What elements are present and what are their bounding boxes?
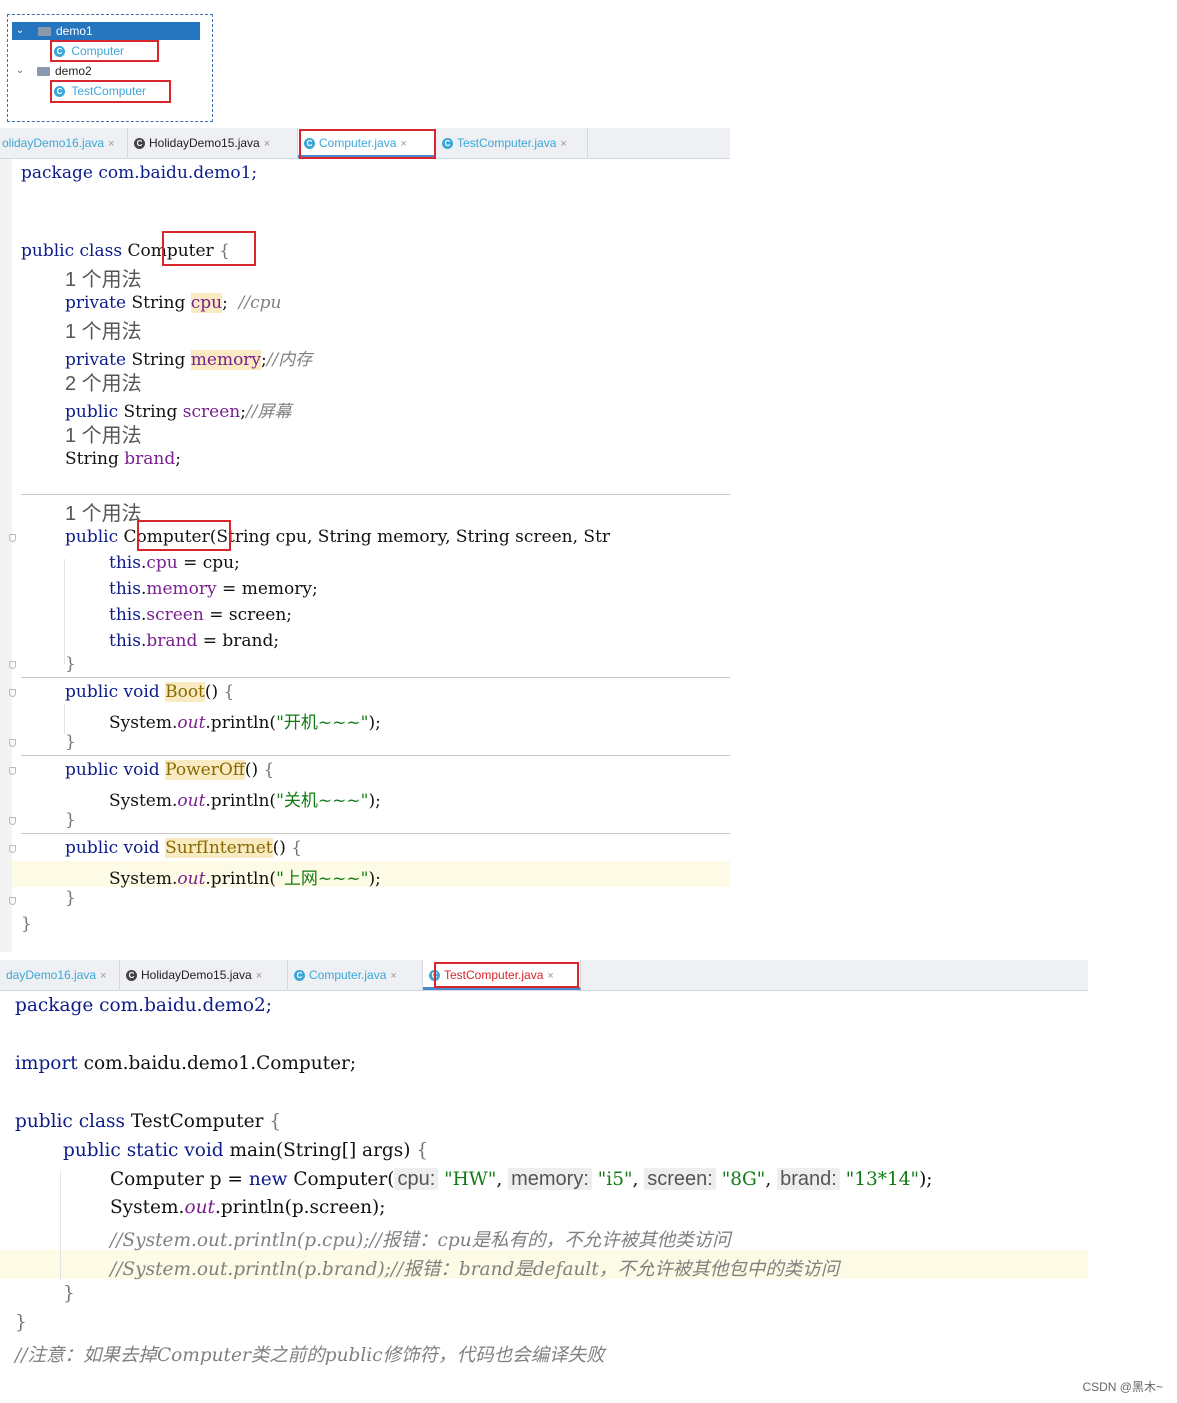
code-line: } xyxy=(15,1312,27,1333)
class-icon: C xyxy=(442,138,453,150)
tab-label: HolidayDemo15.java xyxy=(149,136,260,150)
close-icon[interactable]: × xyxy=(390,970,396,982)
code-editor-testcomputer[interactable]: package com.baidu.demo2; import com.baid… xyxy=(0,991,1088,1376)
code-line: } xyxy=(65,888,76,908)
highlight-box xyxy=(50,80,171,103)
usage-hint[interactable]: 1 个用法 xyxy=(65,497,142,526)
highlight-box xyxy=(137,520,231,551)
code-line: } xyxy=(65,654,76,674)
code-line: System.out.println("上网~~~"); xyxy=(109,869,381,889)
code-line: } xyxy=(21,914,32,934)
code-line: this.screen = screen; xyxy=(109,605,293,625)
code-line: String brand; xyxy=(65,449,181,469)
code-line: System.out.println("关机~~~"); xyxy=(109,791,381,811)
code-line: public void PowerOff() { xyxy=(65,760,275,780)
tab-holidaydemo15[interactable]: C HolidayDemo15.java × xyxy=(128,128,298,158)
tab-label: olidayDemo16.java xyxy=(2,136,105,150)
tab-computer[interactable]: C Computer.java × xyxy=(288,960,423,990)
code-line: public void SurfInternet() { xyxy=(65,838,303,858)
code-line: import com.baidu.demo1.Computer; xyxy=(15,1053,357,1074)
chevron-down-icon[interactable]: ⌄ xyxy=(15,22,25,40)
tab-label: dayDemo16.java xyxy=(6,968,97,982)
code-line: Computer p = new Computer(cpu: "HW", mem… xyxy=(110,1168,933,1190)
editor-gutter xyxy=(0,159,12,952)
project-tree: ⌄ demo1 C Computer ⌄ demo2 C TestCompute… xyxy=(7,14,213,122)
close-icon[interactable]: × xyxy=(256,970,262,982)
code-line: package com.baidu.demo2; xyxy=(15,995,272,1016)
param-hint: memory: xyxy=(508,1168,592,1190)
watermark: CSDN @黑木~ xyxy=(1082,1380,1163,1394)
fold-icon[interactable] xyxy=(9,817,16,825)
tab-label: HolidayDemo15.java xyxy=(141,968,252,982)
code-line: this.memory = memory; xyxy=(109,579,318,599)
fold-icon[interactable] xyxy=(9,689,16,697)
tab-holidaydemo16[interactable]: olidayDemo16.java × xyxy=(0,128,128,158)
class-icon: C xyxy=(126,970,137,982)
param-hint: cpu: xyxy=(394,1168,439,1190)
usage-hint[interactable]: 1 个用法 xyxy=(65,263,142,292)
close-icon[interactable]: × xyxy=(100,970,106,982)
tab-label: Computer.java xyxy=(309,968,387,982)
usage-hint[interactable]: 1 个用法 xyxy=(65,315,142,344)
usage-hint[interactable]: 2 个用法 xyxy=(65,367,142,396)
param-hint: brand: xyxy=(777,1168,840,1190)
fold-icon[interactable] xyxy=(9,845,16,853)
package-icon xyxy=(37,67,50,76)
code-line: this.cpu = cpu; xyxy=(109,553,240,573)
close-icon[interactable]: × xyxy=(264,138,270,150)
code-line: System.out.println("开机~~~"); xyxy=(109,713,381,733)
chevron-down-icon[interactable]: ⌄ xyxy=(15,62,25,80)
param-hint: screen: xyxy=(644,1168,716,1190)
fold-icon[interactable] xyxy=(9,739,16,747)
code-line: public static void main(String[] args) { xyxy=(63,1140,429,1161)
tab-label: TestComputer.java xyxy=(457,136,557,150)
fold-icon[interactable] xyxy=(9,767,16,775)
tab-holidaydemo16[interactable]: dayDemo16.java × xyxy=(0,960,120,990)
highlight-box xyxy=(50,40,159,62)
highlight-box xyxy=(299,129,436,159)
fold-icon[interactable] xyxy=(9,661,16,669)
code-line: package com.baidu.demo1; xyxy=(21,163,258,183)
code-line: } xyxy=(65,732,76,752)
class-icon: C xyxy=(134,138,145,150)
tab-holidaydemo15[interactable]: C HolidayDemo15.java × xyxy=(120,960,288,990)
code-editor-computer[interactable]: package com.baidu.demo1; public class Co… xyxy=(0,159,730,952)
code-line: } xyxy=(65,810,76,830)
tree-item-demo2[interactable]: ⌄ demo2 xyxy=(8,62,198,80)
tree-item-label: demo2 xyxy=(55,64,92,78)
highlight-box xyxy=(162,231,256,266)
close-icon[interactable]: × xyxy=(560,138,566,150)
code-comment: //System.out.println(p.brand);//报错：brand… xyxy=(110,1259,840,1280)
code-comment: //注意：如果去掉Computer类之前的public修饰符，代码也会编译失败 xyxy=(15,1345,605,1366)
code-comment: //System.out.println(p.cpu);//报错：cpu是私有的… xyxy=(110,1230,731,1251)
fold-icon[interactable] xyxy=(9,897,16,905)
tab-testcomputer[interactable]: C TestComputer.java × xyxy=(436,128,588,158)
package-icon xyxy=(38,27,51,36)
code-line: this.brand = brand; xyxy=(109,631,280,651)
fold-icon[interactable] xyxy=(9,534,16,542)
tree-item-label: demo1 xyxy=(56,24,93,38)
class-icon: C xyxy=(294,970,305,982)
code-line: public class TestComputer { xyxy=(15,1111,282,1132)
tree-item-demo1[interactable]: ⌄ demo1 xyxy=(12,22,200,40)
close-icon[interactable]: × xyxy=(108,138,114,150)
code-line: System.out.println(p.screen); xyxy=(110,1197,386,1218)
usage-hint[interactable]: 1 个用法 xyxy=(65,419,142,448)
code-line: private String cpu; //cpu xyxy=(65,293,282,313)
code-line: } xyxy=(63,1283,75,1304)
highlight-box xyxy=(434,962,579,988)
code-line: public void Boot() { xyxy=(65,682,235,702)
